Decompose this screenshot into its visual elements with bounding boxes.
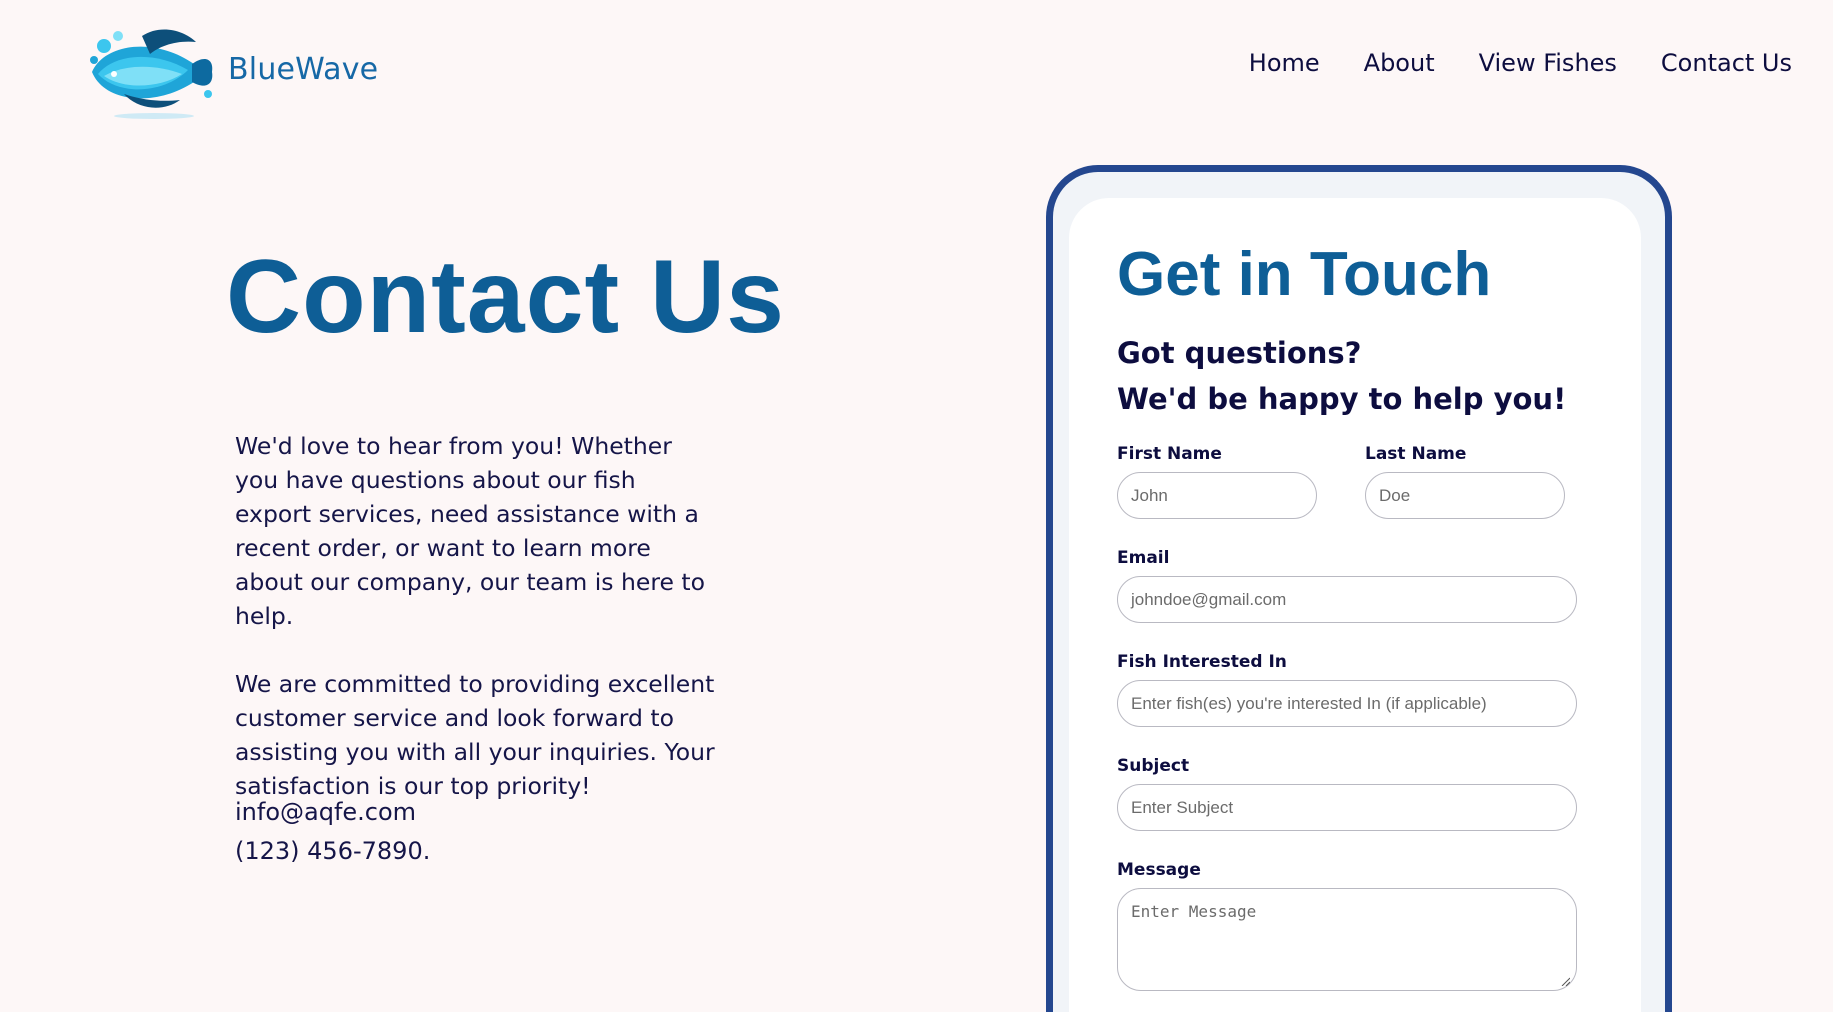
message-textarea[interactable]: Enter Message — [1117, 888, 1577, 991]
last-name-label: Last Name — [1365, 444, 1467, 464]
subject-group: Subject Enter Subject — [1117, 754, 1577, 831]
name-row: First Name John Last Name Doe — [1117, 442, 1577, 519]
page-title: Contact Us — [226, 239, 785, 355]
contact-details: info@aqfe.com (123) 456-7890. — [235, 793, 430, 871]
last-name-group: Last Name Doe — [1365, 442, 1565, 519]
nav-view-fishes[interactable]: View Fishes — [1479, 49, 1617, 77]
nav-home[interactable]: Home — [1249, 49, 1320, 77]
fish-label: Fish Interested In — [1117, 652, 1287, 672]
nav-about[interactable]: About — [1364, 49, 1435, 77]
fish-logo-icon — [90, 29, 213, 119]
email-group: Email johndoe@gmail.com — [1117, 546, 1577, 623]
subject-label: Subject — [1117, 756, 1190, 776]
message-group: Message Enter Message — [1117, 858, 1577, 991]
resize-grip-icon[interactable] — [1560, 976, 1570, 986]
subject-input[interactable]: Enter Subject — [1117, 784, 1577, 831]
brand-logo[interactable]: BlueWave — [84, 24, 378, 120]
intro-paragraph-2: We are committed to providing excellent … — [235, 670, 715, 800]
contact-form: Get in Touch Got questions? We'd be happ… — [1117, 230, 1577, 991]
contact-page: BlueWave Home About View Fishes Contact … — [0, 0, 1833, 1012]
email-input[interactable]: johndoe@gmail.com — [1117, 576, 1577, 623]
email-label: Email — [1117, 548, 1170, 568]
contact-phone[interactable]: (123) 456-7890. — [235, 832, 430, 871]
fish-group: Fish Interested In Enter fish(es) you're… — [1117, 650, 1577, 727]
form-subtitle-line-1: Got questions? — [1117, 336, 1362, 370]
fish-input[interactable]: Enter fish(es) you're interested In (if … — [1117, 680, 1577, 727]
intro-text: We'd love to hear from you! Whether you … — [235, 429, 715, 803]
first-name-group: First Name John — [1117, 442, 1317, 519]
form-title: Get in Touch — [1117, 240, 1492, 309]
message-placeholder: Enter Message — [1131, 902, 1257, 921]
form-subtitle: Got questions? We'd be happy to help you… — [1117, 330, 1577, 422]
form-subtitle-line-2: We'd be happy to help you! — [1117, 382, 1567, 416]
nav-contact-us[interactable]: Contact Us — [1661, 49, 1792, 77]
intro-paragraph-1: We'd love to hear from you! Whether you … — [235, 432, 706, 630]
first-name-input[interactable]: John — [1117, 472, 1317, 519]
contact-email[interactable]: info@aqfe.com — [235, 793, 430, 832]
brand-name: BlueWave — [228, 51, 379, 87]
last-name-input[interactable]: Doe — [1365, 472, 1565, 519]
first-name-label: First Name — [1117, 444, 1222, 464]
message-label: Message — [1117, 860, 1201, 880]
main-nav: Home About View Fishes Contact Us — [1249, 49, 1792, 77]
